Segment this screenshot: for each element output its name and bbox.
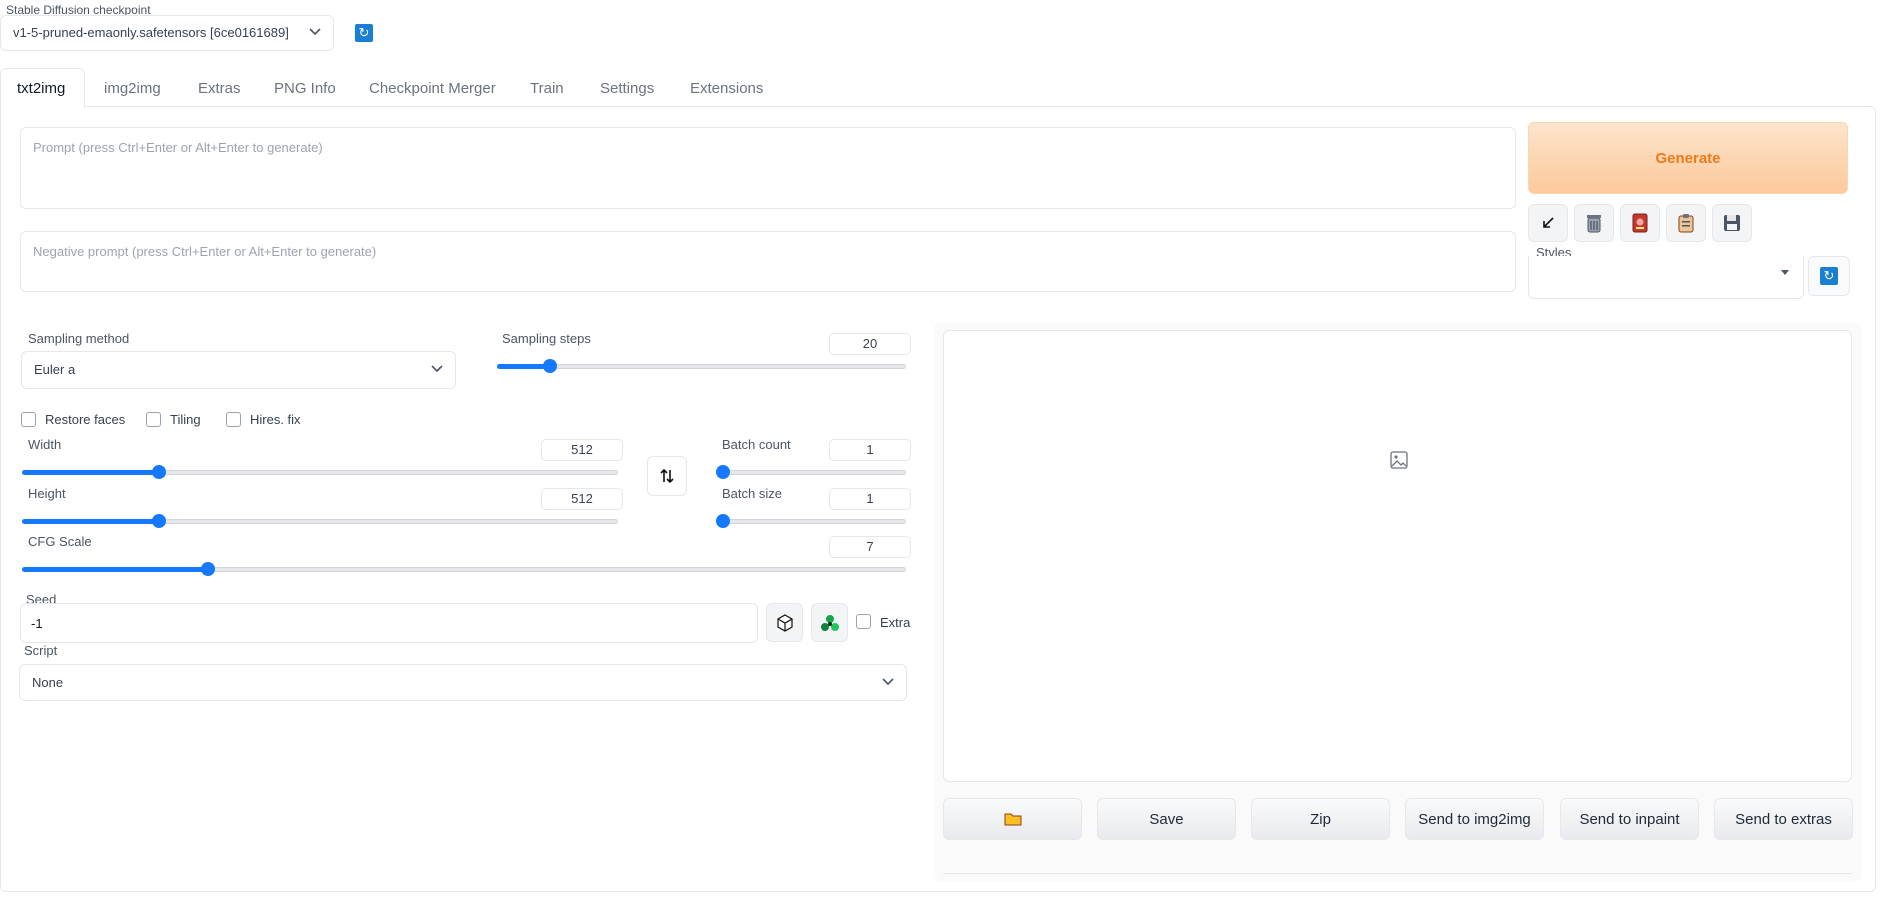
folder-icon xyxy=(1004,813,1021,826)
output-gallery[interactable] xyxy=(943,330,1852,782)
random-seed-button[interactable] xyxy=(766,603,803,642)
height-label: Height xyxy=(28,486,66,501)
zip-button[interactable]: Zip xyxy=(1251,798,1390,840)
slider-thumb[interactable] xyxy=(716,514,730,528)
divider xyxy=(943,873,1852,874)
caret-down-icon xyxy=(1781,270,1789,275)
batch-count-input[interactable]: 1 xyxy=(829,439,911,461)
save-floppy-icon xyxy=(1724,215,1740,231)
sampling-steps-slider[interactable] xyxy=(497,359,906,373)
extra-networks-button[interactable] xyxy=(1620,204,1660,242)
restore-faces-label: Restore faces xyxy=(45,412,126,427)
seed-input[interactable]: -1 xyxy=(20,603,758,643)
chevron-down-icon xyxy=(882,677,894,685)
height-slider[interactable] xyxy=(22,514,618,528)
tab-img2img[interactable]: img2img xyxy=(104,80,161,97)
refresh-icon: ↻ xyxy=(355,24,373,42)
clipboard-icon xyxy=(1678,214,1694,233)
recycle-icon xyxy=(820,614,839,631)
cfg-scale-slider[interactable] xyxy=(22,562,906,576)
save-button[interactable]: Save xyxy=(1097,798,1236,840)
script-dropdown[interactable]: None xyxy=(19,664,907,701)
clear-prompt-button[interactable] xyxy=(1574,204,1614,242)
tiling-label: Tiling xyxy=(170,412,201,427)
refresh-icon: ↻ xyxy=(1820,267,1838,285)
checkpoint-dropdown[interactable]: v1-5-pruned-emaonly.safetensors [6ce0161… xyxy=(0,15,334,51)
chevron-down-icon xyxy=(309,28,321,36)
tab-settings[interactable]: Settings xyxy=(600,80,654,97)
hires-fix-checkbox[interactable] xyxy=(226,412,241,427)
width-label: Width xyxy=(28,437,62,452)
trash-icon xyxy=(1587,215,1601,233)
generate-button[interactable]: Generate xyxy=(1528,122,1848,194)
negative-prompt-input[interactable]: Negative prompt (press Ctrl+Enter or Alt… xyxy=(20,231,1516,292)
hires-fix-label: Hires. fix xyxy=(250,412,301,427)
slider-thumb[interactable] xyxy=(543,359,558,373)
swap-dimensions-button[interactable] xyxy=(647,456,687,496)
slider-thumb[interactable] xyxy=(152,465,167,479)
tab-txt2img-label: txt2img xyxy=(17,80,66,97)
send-to-inpaint-button[interactable]: Send to inpaint xyxy=(1560,798,1699,840)
arrow-icon xyxy=(1543,217,1554,228)
sampling-method-dropdown[interactable]: Euler a xyxy=(21,351,456,389)
batch-size-slider[interactable] xyxy=(716,514,906,528)
slider-thumb[interactable] xyxy=(152,514,167,528)
batch-size-label: Batch size xyxy=(722,486,782,501)
read-params-button[interactable] xyxy=(1528,204,1568,242)
sampling-steps-label: Sampling steps xyxy=(502,331,591,346)
negative-prompt-placeholder: Negative prompt (press Ctrl+Enter or Alt… xyxy=(33,244,377,259)
height-input[interactable]: 512 xyxy=(541,488,623,510)
script-label: Script xyxy=(24,643,58,658)
prompt-input[interactable]: Prompt (press Ctrl+Enter or Alt+Enter to… xyxy=(20,127,1516,209)
script-selected: None xyxy=(32,675,64,690)
width-slider[interactable] xyxy=(22,465,618,479)
open-folder-button[interactable] xyxy=(943,798,1082,840)
reuse-seed-button[interactable] xyxy=(811,603,848,642)
save-style-button[interactable] xyxy=(1712,204,1752,242)
sampling-steps-input[interactable]: 20 xyxy=(829,333,911,355)
chevron-down-icon xyxy=(431,365,443,373)
checkpoint-selected: v1-5-pruned-emaonly.safetensors [6ce0161… xyxy=(13,25,289,40)
slider-thumb[interactable] xyxy=(200,562,215,576)
seed-value: -1 xyxy=(31,616,43,631)
tab-txt2img[interactable]: txt2img xyxy=(0,68,85,108)
restore-faces-checkbox[interactable] xyxy=(21,412,36,427)
extra-seed-label: Extra xyxy=(880,615,911,630)
tab-checkpoint-merger[interactable]: Checkpoint Merger xyxy=(369,80,496,97)
extra-seed-checkbox[interactable] xyxy=(856,614,871,629)
apply-style-button[interactable] xyxy=(1666,204,1706,242)
swap-arrows-icon xyxy=(660,468,674,484)
slider-thumb[interactable] xyxy=(716,465,730,479)
image-placeholder-icon xyxy=(1390,451,1408,469)
checkpoint-refresh-button[interactable]: ↻ xyxy=(345,15,383,51)
tab-extensions[interactable]: Extensions xyxy=(690,80,763,97)
styles-refresh-button[interactable]: ↻ xyxy=(1808,256,1850,296)
styles-dropdown[interactable] xyxy=(1528,256,1804,299)
cfg-scale-label: CFG Scale xyxy=(28,534,92,549)
tab-train[interactable]: Train xyxy=(530,80,564,97)
tab-png-info[interactable]: PNG Info xyxy=(274,80,336,97)
sampling-method-label: Sampling method xyxy=(28,331,130,346)
batch-count-label: Batch count xyxy=(722,437,791,452)
sampling-method-selected: Euler a xyxy=(34,362,76,377)
batch-size-input[interactable]: 1 xyxy=(829,488,911,510)
cfg-scale-input[interactable]: 7 xyxy=(829,536,911,558)
width-input[interactable]: 512 xyxy=(541,439,623,461)
send-to-img2img-button[interactable]: Send to img2img xyxy=(1405,798,1544,840)
tab-extras[interactable]: Extras xyxy=(198,80,241,97)
send-to-extras-button[interactable]: Send to extras xyxy=(1714,798,1853,840)
red-card-icon xyxy=(1632,213,1648,233)
prompt-placeholder: Prompt (press Ctrl+Enter or Alt+Enter to… xyxy=(33,140,323,155)
tiling-checkbox[interactable] xyxy=(146,412,161,427)
batch-count-slider[interactable] xyxy=(716,465,906,479)
dice-icon xyxy=(776,613,793,632)
